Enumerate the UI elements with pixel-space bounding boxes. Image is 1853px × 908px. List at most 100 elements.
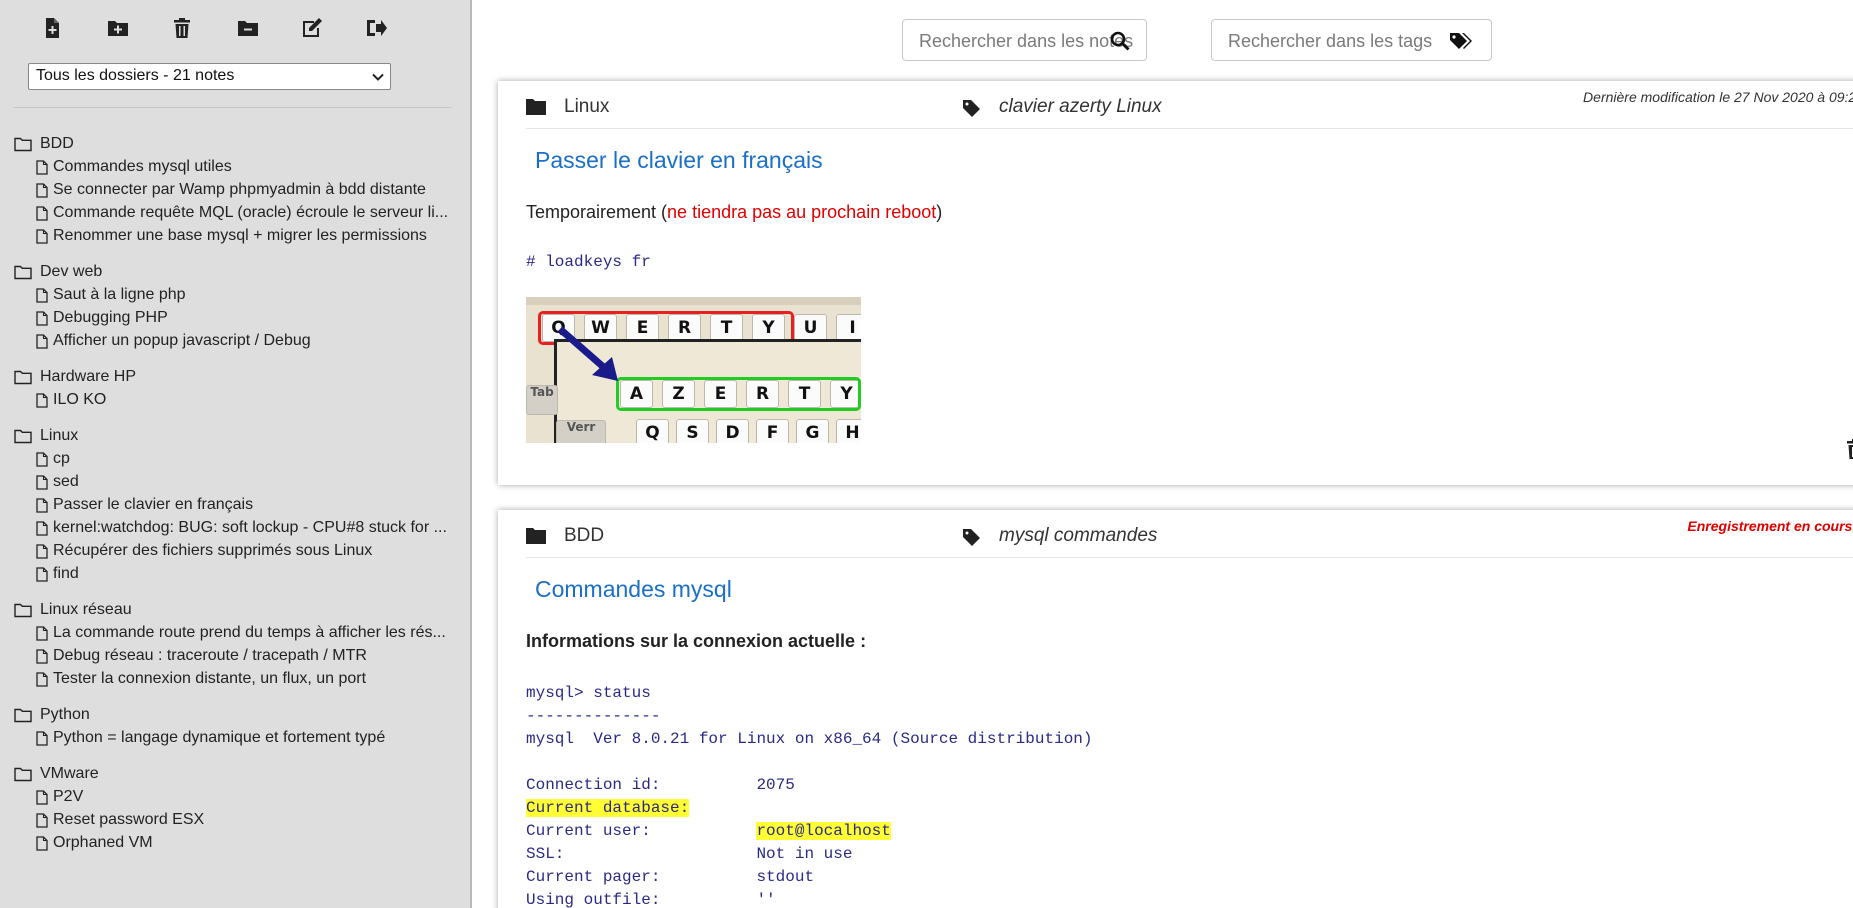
note-item[interactable]: ILO KO: [14, 390, 450, 413]
note-item[interactable]: Renommer une base mysql + migrer les per…: [14, 226, 450, 249]
folder-group: BDD Commandes mysql utiles Se connecter pa…: [14, 134, 454, 249]
note-item[interactable]: Python = langage dynamique et fortement …: [14, 728, 450, 751]
logout-icon[interactable]: [364, 16, 388, 40]
note-item[interactable]: Se connecter par Wamp phpmyadmin à bdd d…: [14, 180, 450, 203]
note-item[interactable]: kernel:watchdog: BUG: soft lockup - CPU#…: [14, 518, 450, 541]
note-item[interactable]: Debug réseau : traceroute / tracepath / …: [14, 646, 450, 669]
note-tags[interactable]: mysql commandes: [999, 525, 1157, 547]
note-icon: [36, 672, 48, 687]
folder-filter-value: Tous les dossiers - 21 notes: [36, 67, 235, 84]
keyboard-key: U: [794, 314, 827, 342]
folder-item[interactable]: Hardware HP: [14, 367, 454, 390]
folder-group: Dev web Saut à la ligne php Debugging PHP A…: [14, 262, 454, 354]
note-icon: [36, 498, 48, 513]
note-icon: [36, 813, 48, 828]
note-item[interactable]: Saut à la ligne php: [14, 285, 450, 308]
search-icon[interactable]: [1110, 31, 1130, 51]
folder-icon: [14, 137, 32, 152]
note-item[interactable]: find: [14, 564, 450, 587]
note-icon: [36, 393, 48, 408]
note-title[interactable]: Commandes mysql: [535, 576, 732, 603]
note-item[interactable]: Récupérer des fichiers supprimés sous Li…: [14, 541, 450, 564]
remove-folder-icon[interactable]: [236, 16, 260, 40]
folder-item[interactable]: Linux: [14, 426, 454, 449]
keyboard-key: F: [756, 419, 789, 443]
note-icon: [36, 626, 48, 641]
folder-icon: [14, 767, 32, 782]
folder-group: Python Python = langage dynamique et fort…: [14, 705, 454, 751]
keyboard-image: QWERTYUI Tab Verr AZERTY QSDFGH: [526, 297, 861, 443]
code-line: mysql> status: [526, 684, 651, 702]
folder-icon: [526, 528, 546, 544]
note-item[interactable]: Commandes mysql utiles: [14, 157, 450, 180]
code-label: SSL:: [526, 845, 565, 863]
folder-item[interactable]: VMware: [14, 764, 454, 787]
note-icon: [36, 836, 48, 851]
note-item[interactable]: P2V: [14, 787, 450, 810]
folder-item[interactable]: BDD: [14, 134, 454, 157]
folder-icon: [14, 265, 32, 280]
edit-icon[interactable]: [300, 16, 324, 40]
note-text-red: ne tiendra pas au prochain reboot: [667, 202, 937, 222]
folder-item[interactable]: Linux réseau: [14, 600, 454, 623]
search-tags-input[interactable]: Rechercher dans les tags: [1211, 19, 1492, 61]
note-item[interactable]: Tester la connexion distante, un flux, u…: [14, 669, 450, 692]
note-title[interactable]: Passer le clavier en français: [535, 147, 823, 174]
note-heading[interactable]: Informations sur la connexion actuelle :: [526, 631, 866, 652]
note-item[interactable]: Afficher un popup javascript / Debug: [14, 331, 450, 354]
note-icon: [36, 475, 48, 490]
note-label: Commandes mysql utiles: [53, 158, 232, 175]
code-value: Not in use: [756, 845, 853, 863]
folder-icon: [14, 429, 32, 444]
folder-item[interactable]: Python: [14, 705, 454, 728]
note-label: Reset password ESX: [53, 811, 205, 828]
folder-label: Python: [40, 706, 90, 723]
tags-icon[interactable]: [1449, 31, 1475, 51]
note-label: cp: [53, 450, 70, 467]
folder-group: Linux réseau La commande route prend du t…: [14, 600, 454, 692]
chevron-down-icon: [372, 73, 384, 81]
note-folder-name[interactable]: BDD: [564, 525, 604, 547]
delete-icon[interactable]: [170, 16, 194, 40]
folder-group: Linux cp sed Passer le clavier en français k…: [14, 426, 454, 587]
note-item[interactable]: Passer le clavier en français: [14, 495, 450, 518]
note-icon: [36, 452, 48, 467]
folder-label: Dev web: [40, 263, 103, 280]
note-label: Afficher un popup javascript / Debug: [53, 332, 311, 349]
arrow-icon: [557, 326, 618, 381]
code-value-highlighted: root@localhost: [756, 822, 891, 840]
code-label: Using outfile:: [526, 891, 661, 908]
folder-group: VMware P2V Reset password ESX Orphaned VM: [14, 764, 454, 856]
code-label: Current pager:: [526, 868, 661, 886]
note-item[interactable]: Debugging PHP: [14, 308, 450, 331]
note-code[interactable]: # loadkeys fr: [526, 253, 651, 271]
folder-label: Hardware HP: [40, 368, 137, 385]
keyboard-key: Q: [636, 419, 669, 443]
note-code-block[interactable]: mysql> status -------------- mysql Ver 8…: [526, 682, 1093, 908]
note-item[interactable]: Reset password ESX: [14, 810, 450, 833]
folder-filter-select[interactable]: Tous les dossiers - 21 notes: [28, 63, 391, 90]
code-line: mysql Ver 8.0.21 for Linux on x86_64 (So…: [526, 730, 1093, 748]
note-item[interactable]: La commande route prend du temps à affic…: [14, 623, 450, 646]
note-icon: [36, 790, 48, 805]
note-label: Commande requête MQL (oracle) écroule le…: [53, 204, 449, 221]
search-notes-input[interactable]: Rechercher dans les notes: [902, 19, 1147, 61]
note-text[interactable]: Temporairement (ne tiendra pas au procha…: [526, 202, 942, 223]
note-item[interactable]: Commande requête MQL (oracle) écroule le…: [14, 203, 450, 226]
note-tags[interactable]: clavier azerty Linux: [999, 96, 1162, 118]
note-icon: [36, 544, 48, 559]
new-note-icon[interactable]: [40, 16, 64, 40]
note-folder-name[interactable]: Linux: [564, 96, 609, 118]
folder-icon: [14, 603, 32, 618]
note-icon: [36, 731, 48, 746]
search-tags-placeholder: Rechercher dans les tags: [1228, 31, 1433, 51]
note-item[interactable]: cp: [14, 449, 450, 472]
note-text-part: ): [936, 202, 943, 222]
folder-item[interactable]: Dev web: [14, 262, 454, 285]
note-item[interactable]: sed: [14, 472, 450, 495]
folder-tree: BDD Commandes mysql utiles Se connecter pa…: [14, 134, 454, 869]
note-item[interactable]: Orphaned VM: [14, 833, 450, 856]
folder-label: Linux: [40, 427, 79, 444]
delete-note-icon[interactable]: [1846, 439, 1853, 459]
new-folder-icon[interactable]: [106, 16, 130, 40]
